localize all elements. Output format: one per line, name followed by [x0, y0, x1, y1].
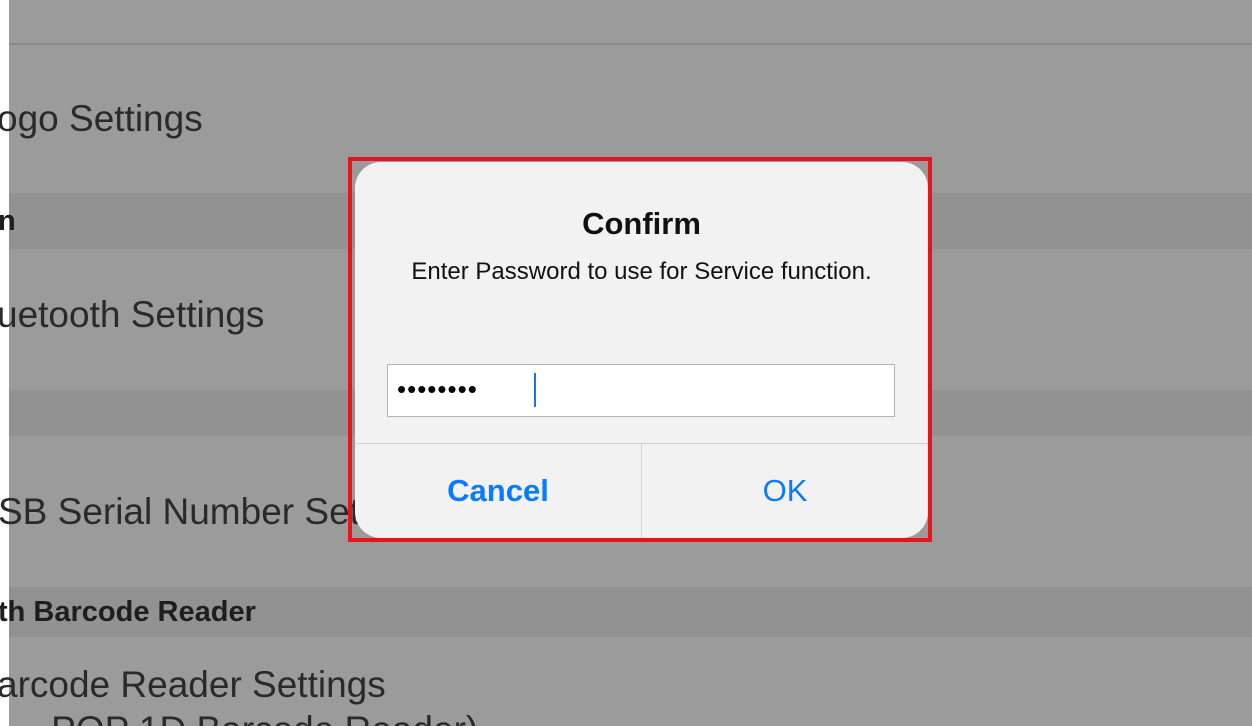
- usb-serial-number-row: SB Serial Number Setti: [0, 491, 379, 532]
- barcode-reader-settings-row: arcode Reader Settings: [0, 664, 386, 705]
- ok-button[interactable]: OK: [642, 444, 928, 538]
- section-header-fragment: n: [0, 205, 16, 237]
- confirm-dialog: Confirm Enter Password to use for Servic…: [355, 162, 928, 538]
- dialog-title: Confirm: [582, 206, 701, 241]
- text-cursor: [534, 373, 536, 407]
- top-divider: [9, 43, 1252, 45]
- barcode-reader-section-header: th Barcode Reader: [0, 596, 256, 628]
- password-value: ••••••••: [397, 374, 478, 404]
- barcode-reader-subtitle-row: ... POP 1D Barcode Reader): [10, 709, 478, 726]
- password-field[interactable]: ••••••••: [387, 364, 895, 417]
- logo-settings-row: ogo Settings: [0, 98, 203, 139]
- dialog-message: Enter Password to use for Service functi…: [411, 258, 872, 285]
- cancel-button[interactable]: Cancel: [355, 444, 641, 538]
- bluetooth-settings-row: uetooth Settings: [0, 294, 265, 335]
